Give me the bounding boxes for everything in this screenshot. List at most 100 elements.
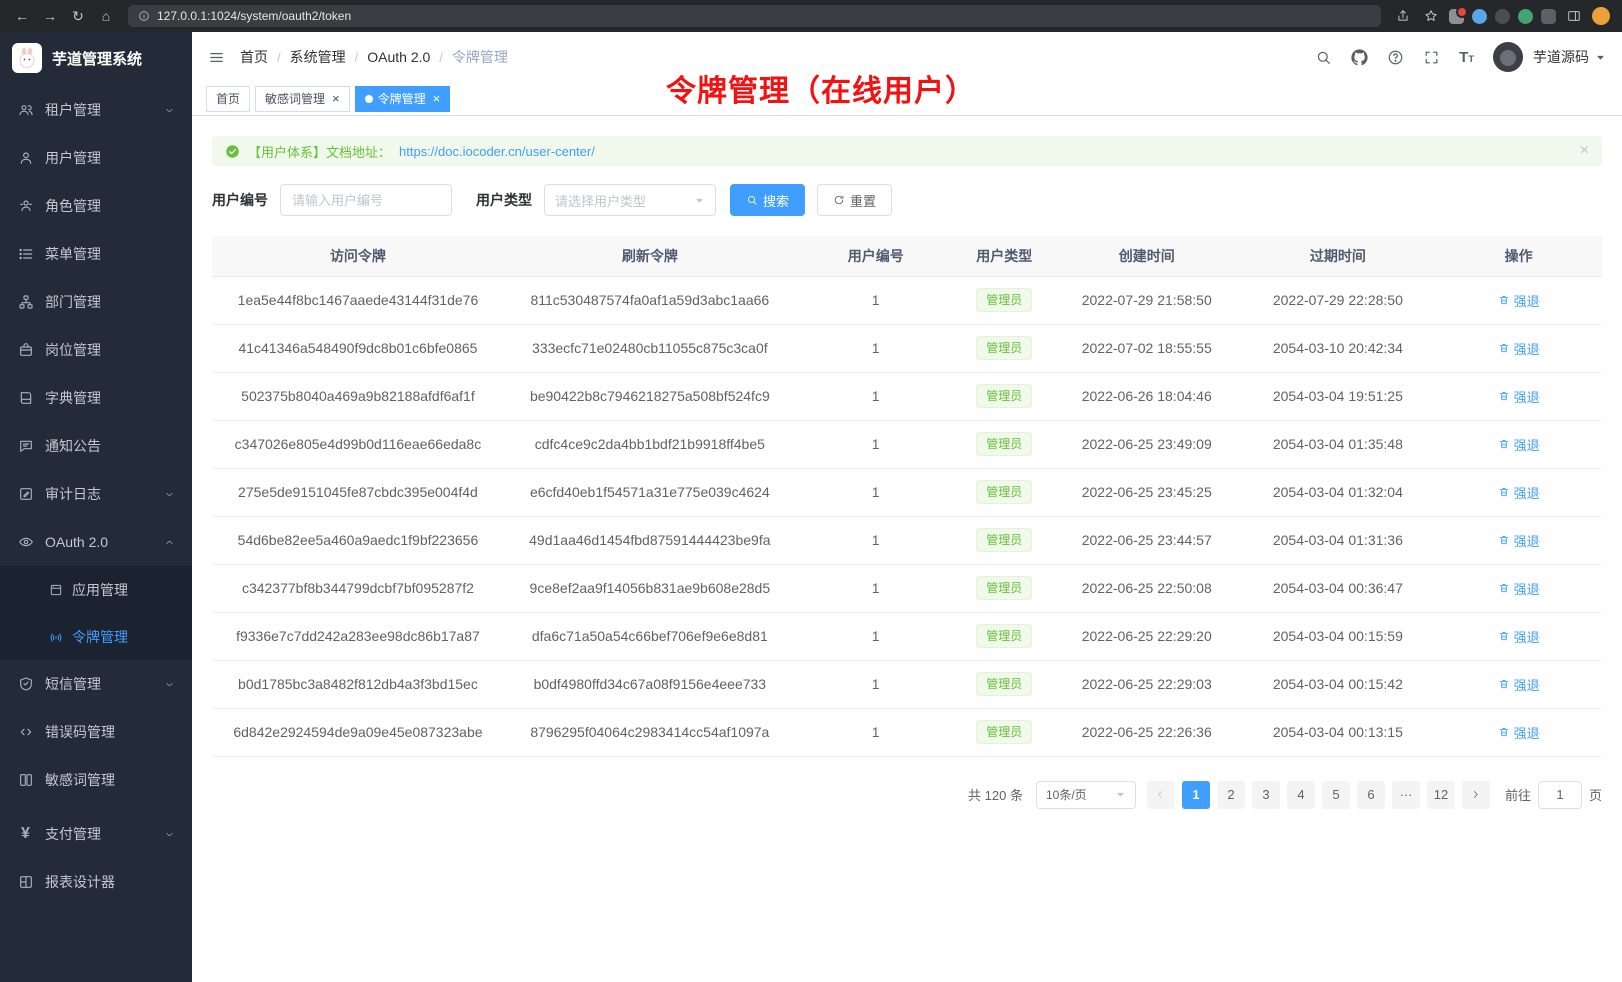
help-icon[interactable]	[1387, 49, 1404, 66]
sidebar-item[interactable]: 敏感词管理	[0, 756, 192, 804]
sidebar-item[interactable]: 用户管理	[0, 134, 192, 182]
share-icon[interactable]	[1393, 6, 1413, 26]
force-logout-button[interactable]: 强退	[1498, 291, 1540, 310]
sms-icon	[17, 676, 34, 693]
user-type-cell: 管理员	[956, 612, 1053, 660]
force-logout-button[interactable]: 强退	[1498, 723, 1540, 742]
app-logo[interactable]: 芋道管理系统	[0, 32, 192, 84]
breadcrumb-item[interactable]: 系统管理	[290, 47, 346, 67]
force-logout-button[interactable]: 强退	[1498, 339, 1540, 358]
sidebar-item[interactable]: 审计日志	[0, 470, 192, 518]
breadcrumb-item[interactable]: 首页	[240, 47, 268, 67]
force-logout-button[interactable]: 强退	[1498, 387, 1540, 406]
bookmark-star-icon[interactable]	[1421, 6, 1441, 26]
sidebar-item[interactable]: OAuth 2.0	[0, 518, 192, 566]
browser-reload-icon[interactable]: ↻	[68, 6, 88, 26]
page-button[interactable]: 5	[1322, 781, 1350, 809]
collapse-sidebar-icon[interactable]	[208, 49, 225, 66]
refresh-token-cell: cdfc4ce9c2da4bb1bdf21b9918ff4be5	[504, 420, 796, 468]
force-logout-icon	[1498, 582, 1510, 594]
goto-page-input[interactable]	[1538, 781, 1582, 809]
force-logout-icon	[1498, 726, 1510, 738]
user-menu-caret-icon[interactable]	[1595, 52, 1606, 63]
user-type-badge: 管理员	[976, 384, 1032, 408]
force-logout-button[interactable]: 强退	[1498, 435, 1540, 454]
sidebar-item[interactable]: 菜单管理	[0, 230, 192, 278]
sidebar-item[interactable]: 应用管理	[0, 566, 192, 613]
action-cell: 强退	[1435, 420, 1602, 468]
page-button[interactable]: 12	[1427, 781, 1455, 809]
sidebar-item[interactable]: 角色管理	[0, 182, 192, 230]
extension-icon[interactable]	[1495, 9, 1510, 24]
app-logo-image	[12, 43, 42, 73]
view-tab[interactable]: 敏感词管理×	[255, 86, 350, 112]
force-logout-button[interactable]: 强退	[1498, 531, 1540, 550]
reset-button[interactable]: 重置	[817, 184, 892, 216]
user-type-select[interactable]: 请选择用户类型	[544, 184, 716, 216]
prev-page-button[interactable]	[1147, 781, 1175, 809]
browser-forward-icon[interactable]: →	[40, 6, 60, 26]
close-tab-icon[interactable]: ×	[332, 92, 340, 105]
extension-icon[interactable]	[1518, 9, 1533, 24]
more-pages-button[interactable]: ···	[1392, 781, 1420, 809]
page-button[interactable]: 3	[1252, 781, 1280, 809]
alert-close-icon[interactable]: ×	[1580, 143, 1589, 159]
site-info-icon[interactable]	[138, 10, 150, 22]
page-button[interactable]: 1	[1182, 781, 1210, 809]
browser-back-icon[interactable]: ←	[12, 6, 32, 26]
user-id-cell: 1	[796, 468, 956, 516]
sidebar-item[interactable]: 部门管理	[0, 278, 192, 326]
force-logout-button[interactable]: 强退	[1498, 627, 1540, 646]
extension-icon[interactable]	[1472, 9, 1487, 24]
sidebar-item[interactable]: ¥支付管理	[0, 810, 192, 858]
sidebar-item[interactable]: 错误码管理	[0, 708, 192, 756]
user-name[interactable]: 芋道源码	[1533, 47, 1589, 67]
sidebar-item[interactable]: 字典管理	[0, 374, 192, 422]
force-logout-button[interactable]: 强退	[1498, 675, 1540, 694]
address-bar[interactable]: 127.0.0.1:1024/system/oauth2/token	[128, 5, 1381, 27]
github-icon[interactable]	[1351, 49, 1368, 66]
force-logout-button[interactable]: 强退	[1498, 483, 1540, 502]
page-size-select[interactable]: 10条/页	[1036, 781, 1136, 809]
user-type-badge: 管理员	[976, 720, 1032, 744]
table-row: c342377bf8b344799dcbf7bf095287f29ce8ef2a…	[212, 564, 1602, 612]
sidebar-item[interactable]: 岗位管理	[0, 326, 192, 374]
doc-link[interactable]: https://doc.iocoder.cn/user-center/	[399, 144, 595, 159]
font-size-icon[interactable]: TT	[1459, 49, 1474, 66]
column-header: 刷新令牌	[504, 236, 796, 276]
create-time-cell: 2022-06-25 22:29:20	[1053, 612, 1241, 660]
sidebar-item[interactable]: 令牌管理	[0, 613, 192, 660]
sidebar-item[interactable]: 报表设计器	[0, 858, 192, 906]
url-text: 127.0.0.1:1024/system/oauth2/token	[157, 9, 351, 23]
extension-icon[interactable]	[1541, 9, 1556, 24]
breadcrumb-item[interactable]: OAuth 2.0	[367, 49, 430, 65]
fullscreen-icon[interactable]	[1423, 49, 1440, 66]
app-icon	[48, 582, 63, 597]
browser-home-icon[interactable]: ⌂	[96, 6, 116, 26]
page-button[interactable]: 4	[1287, 781, 1315, 809]
search-icon[interactable]	[1315, 49, 1332, 66]
close-tab-icon[interactable]: ×	[433, 92, 441, 105]
search-button[interactable]: 搜索	[730, 184, 805, 216]
force-logout-icon	[1498, 630, 1510, 642]
user-id-cell: 1	[796, 612, 956, 660]
view-tab[interactable]: 首页	[206, 86, 250, 112]
force-logout-icon	[1498, 342, 1510, 354]
sidebar-item[interactable]: 租户管理	[0, 86, 192, 134]
page-button[interactable]: 6	[1357, 781, 1385, 809]
sidebar-item[interactable]: 短信管理	[0, 660, 192, 708]
next-page-button[interactable]	[1462, 781, 1490, 809]
split-view-icon[interactable]	[1564, 6, 1584, 26]
extension-icon[interactable]	[1449, 9, 1464, 24]
force-logout-button[interactable]: 强退	[1498, 579, 1540, 598]
sidebar-item-label: 报表设计器	[45, 872, 175, 892]
user-id-cell: 1	[796, 276, 956, 324]
page-button[interactable]: 2	[1217, 781, 1245, 809]
browser-profile-avatar[interactable]	[1592, 7, 1610, 25]
view-tab[interactable]: 令牌管理×	[355, 86, 451, 112]
user-avatar[interactable]	[1493, 42, 1523, 72]
menu-list-icon	[17, 246, 34, 263]
sidebar-item[interactable]: 通知公告	[0, 422, 192, 470]
user-id-input[interactable]	[280, 184, 452, 216]
expire-time-cell: 2054-03-04 00:36:47	[1241, 564, 1436, 612]
